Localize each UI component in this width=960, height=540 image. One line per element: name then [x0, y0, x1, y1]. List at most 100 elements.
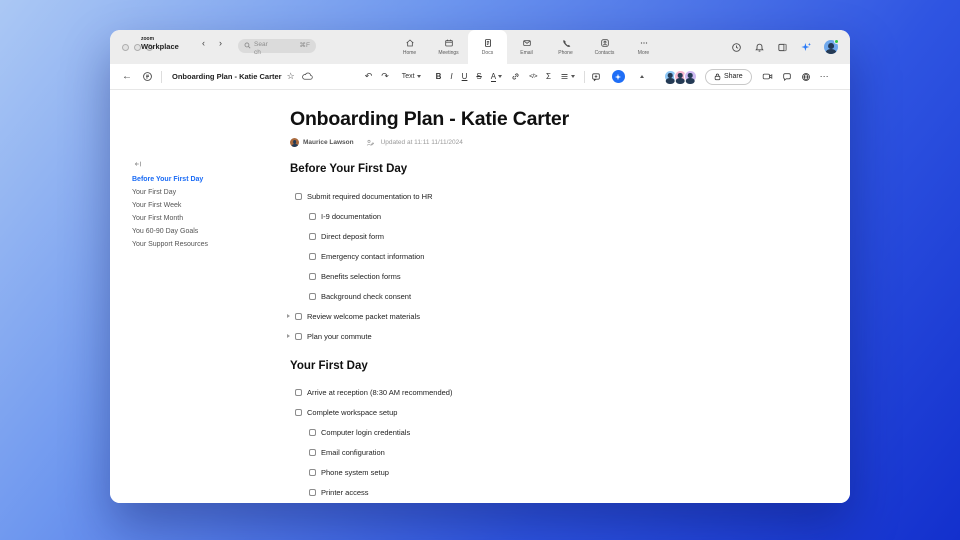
- checkbox[interactable]: [309, 212, 316, 220]
- checklist-label: Benefits selection forms: [321, 271, 401, 281]
- checklist-label: I-9 documentation: [321, 211, 382, 221]
- favorite-star-icon[interactable]: ☆: [287, 72, 295, 81]
- tab-more[interactable]: More: [624, 30, 663, 64]
- search-input[interactable]: Search ⌘F: [238, 39, 316, 56]
- checklist-item: Email configuration: [290, 442, 750, 462]
- checkbox[interactable]: [295, 192, 302, 200]
- document-byline: Maurice Lawson Updated at 11:11 11/11/20…: [290, 138, 750, 147]
- outline-item-your-first-day[interactable]: Your First Day: [132, 186, 282, 199]
- outline-item-your-first-month[interactable]: Your First Month: [132, 212, 282, 225]
- ai-companion-button[interactable]: [611, 70, 625, 83]
- tab-phone[interactable]: Phone: [546, 30, 585, 64]
- search-placeholder: Search: [254, 41, 268, 56]
- strikethrough-button[interactable]: S: [476, 72, 481, 81]
- document-content-area: Before Your First Day Your First Day You…: [110, 90, 850, 503]
- checkbox[interactable]: [295, 312, 302, 320]
- contacts-icon: [600, 38, 610, 48]
- collapse-outline-icon[interactable]: [134, 160, 282, 168]
- checkbox[interactable]: [295, 388, 302, 396]
- outline-item-support-resources[interactable]: Your Support Resources: [132, 238, 282, 251]
- search-shortcut: ⌘F: [299, 42, 310, 49]
- italic-button[interactable]: I: [450, 72, 452, 81]
- section-heading-before-first-day: Before Your First Day: [290, 163, 408, 175]
- link-icon[interactable]: [511, 72, 520, 81]
- redo-icon[interactable]: ↷: [381, 72, 389, 81]
- home-icon: [405, 38, 415, 48]
- edited-by-icon: [366, 139, 374, 146]
- collapse-toolbar-chevron-icon[interactable]: [639, 75, 644, 78]
- text-style-dropdown[interactable]: Text: [402, 73, 421, 80]
- collaborator-avatars[interactable]: [663, 70, 697, 83]
- checkbox[interactable]: [295, 332, 302, 340]
- close-window-button[interactable]: [122, 44, 129, 51]
- bold-button[interactable]: B: [436, 72, 442, 81]
- document-title: Onboarding Plan - Katie Carter: [172, 72, 282, 81]
- checkbox[interactable]: [309, 272, 316, 280]
- checklist-label: Submit required documentation to HR: [307, 191, 433, 201]
- tab-home[interactable]: Home: [390, 30, 429, 64]
- mail-icon: [522, 38, 532, 48]
- back-button[interactable]: ←: [122, 71, 132, 82]
- tab-meetings[interactable]: Meetings: [429, 30, 468, 64]
- clock-history-icon[interactable]: [731, 42, 742, 53]
- updated-timestamp: Updated at 11:11 11/11/2024: [380, 139, 463, 146]
- underline-button[interactable]: U: [462, 72, 468, 81]
- undo-icon[interactable]: ↶: [365, 72, 373, 81]
- minimize-window-button[interactable]: [134, 44, 141, 51]
- checkbox[interactable]: [309, 428, 316, 436]
- chevron-down-icon: [570, 75, 575, 78]
- page-title: Onboarding Plan - Katie Carter: [290, 108, 569, 130]
- checkbox[interactable]: [309, 292, 316, 300]
- comment-icon[interactable]: [591, 72, 601, 82]
- disclosure-triangle-icon[interactable]: [287, 313, 290, 318]
- checkbox[interactable]: [309, 232, 316, 240]
- user-avatar[interactable]: [824, 39, 839, 54]
- checklist-item: Printer access: [290, 482, 750, 502]
- phone-icon: [561, 38, 571, 48]
- video-call-icon[interactable]: [762, 72, 773, 81]
- checkbox[interactable]: [295, 408, 302, 416]
- checklist-before-first-day: Submit required documentation to HR I-9 …: [287, 186, 750, 346]
- outline-item-before-your-first-day[interactable]: Before Your First Day: [132, 173, 282, 186]
- chat-icon[interactable]: [782, 72, 792, 82]
- checklist-label: Direct deposit form: [321, 231, 384, 241]
- more-options-icon[interactable]: ⋯: [820, 72, 829, 81]
- calendar-icon: [444, 38, 454, 48]
- list-dropdown[interactable]: [560, 72, 575, 81]
- checkbox[interactable]: [309, 468, 316, 476]
- zoom-workplace-logo: zoom Workplace: [141, 37, 179, 51]
- disclosure-triangle-icon[interactable]: [287, 333, 290, 338]
- checkbox[interactable]: [309, 488, 316, 496]
- checklist-item: Emergency contact information: [290, 246, 750, 266]
- checklist-item: Computer login credentials: [290, 422, 750, 442]
- notifications-bell-icon[interactable]: [754, 42, 765, 53]
- document-toolbar: ← Onboarding Plan - Katie Carter ☆ ↶ ↷ T…: [110, 64, 850, 90]
- ai-sparkle-icon[interactable]: [800, 41, 812, 53]
- outline-item-60-90-day-goals[interactable]: You 60-90 Day Goals: [132, 225, 282, 238]
- checkbox[interactable]: [309, 448, 316, 456]
- tab-contacts[interactable]: Contacts: [585, 30, 624, 64]
- checklist-label: Plan your commute: [307, 331, 372, 341]
- checklist-label: Review welcome packet materials: [307, 311, 420, 321]
- checklist-item: Plan your commute: [287, 326, 750, 346]
- outline-item-your-first-week[interactable]: Your First Week: [132, 199, 282, 212]
- checkbox[interactable]: [309, 252, 316, 260]
- share-button[interactable]: Share: [704, 68, 752, 85]
- code-button[interactable]: </>: [529, 73, 537, 80]
- brand-workplace: Workplace: [141, 42, 179, 51]
- doc-workspace-icon[interactable]: [142, 71, 153, 82]
- checklist-item: Phone system setup: [290, 462, 750, 482]
- text-color-dropdown[interactable]: A: [490, 72, 503, 82]
- checklist-label: Emergency contact information: [321, 251, 425, 261]
- checklist-item: Complete workspace setup: [290, 402, 750, 422]
- docs-icon: [483, 38, 493, 48]
- nav-forward-icon[interactable]: ›: [219, 39, 222, 48]
- tab-email[interactable]: Email: [507, 30, 546, 64]
- nav-back-icon[interactable]: ‹: [202, 39, 205, 48]
- checklist-item: Background check consent: [290, 286, 750, 306]
- formula-button[interactable]: Σ: [546, 72, 551, 81]
- tab-docs[interactable]: Docs: [468, 30, 507, 64]
- sidebar-toggle-icon[interactable]: [777, 42, 788, 53]
- globe-icon[interactable]: [801, 72, 811, 82]
- author-name: Maurice Lawson: [303, 139, 354, 146]
